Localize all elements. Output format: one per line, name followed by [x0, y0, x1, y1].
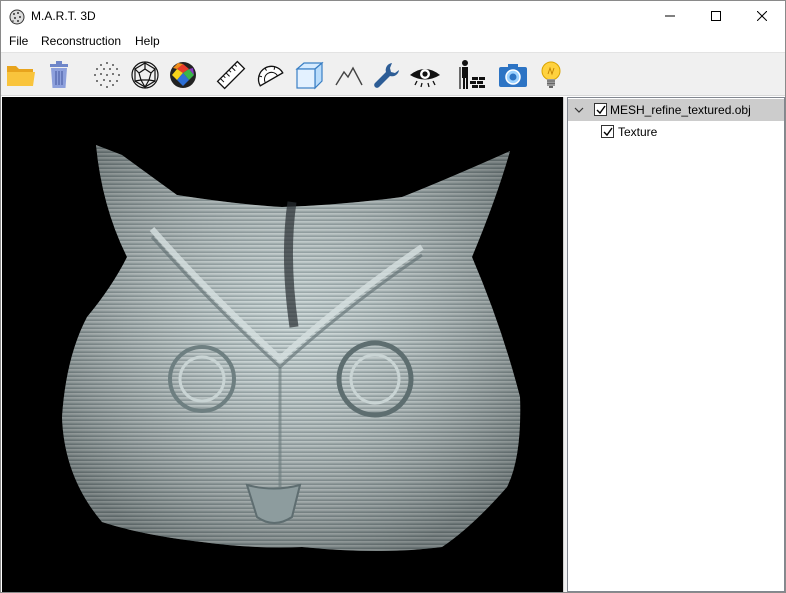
lightbulb-icon	[541, 61, 561, 88]
view-button[interactable]	[409, 59, 441, 91]
close-button[interactable]	[739, 1, 785, 31]
app-logo-icon	[9, 9, 25, 25]
menu-reconstruction[interactable]: Reconstruction	[41, 34, 121, 48]
point-cloud-icon	[94, 62, 120, 88]
eye-icon	[410, 69, 440, 88]
colored-mesh-icon	[170, 62, 196, 88]
minimize-button[interactable]	[647, 1, 693, 31]
menu-file[interactable]: File	[9, 34, 28, 48]
maximize-button[interactable]	[693, 1, 739, 31]
window-title: M.A.R.T. 3D	[31, 9, 96, 23]
close-icon	[757, 11, 767, 21]
menu-help[interactable]: Help	[135, 34, 160, 48]
owl-mesh-render	[62, 145, 521, 551]
textured-mesh-button[interactable]	[167, 59, 199, 91]
snapshot-button[interactable]	[497, 59, 529, 91]
mesh-visibility-checkbox[interactable]	[594, 103, 607, 116]
point-cloud-button[interactable]	[91, 59, 123, 91]
tree-item-label: Texture	[618, 125, 658, 139]
terrain-button[interactable]	[333, 59, 365, 91]
chevron-down-icon[interactable]	[574, 105, 584, 115]
surveyor-icon	[459, 60, 485, 89]
protractor-icon	[257, 65, 284, 87]
wireframe-button[interactable]	[129, 59, 161, 91]
minimize-icon	[665, 15, 675, 17]
wireframe-sphere-icon	[131, 61, 159, 89]
open-button[interactable]	[5, 59, 37, 91]
trash-icon	[50, 61, 68, 88]
terrain-icon	[335, 66, 363, 86]
app-window: M.A.R.T. 3D File Reconstruction Help MES…	[0, 0, 786, 593]
bounding-box-button[interactable]	[293, 59, 325, 91]
scene-tree: MESH_refine_textured.obj Texture	[567, 97, 785, 592]
texture-visibility-checkbox[interactable]	[601, 125, 614, 138]
tree-item-texture[interactable]: Texture	[568, 121, 784, 143]
measure-distance-button[interactable]	[215, 59, 247, 91]
ruler-icon	[216, 60, 246, 90]
bounding-box-icon	[295, 61, 324, 90]
open-folder-icon	[7, 66, 35, 86]
toolbar	[1, 52, 785, 96]
wrench-icon	[374, 63, 399, 88]
camera-icon	[499, 64, 527, 87]
measure-angle-button[interactable]	[253, 59, 285, 91]
tree-item-label: MESH_refine_textured.obj	[610, 103, 751, 117]
checkmark-icon	[603, 127, 613, 137]
lighting-button[interactable]	[535, 59, 567, 91]
checkmark-icon	[596, 105, 606, 115]
delete-button[interactable]	[43, 59, 75, 91]
survey-button[interactable]	[455, 59, 487, 91]
menu-bar: File Reconstruction Help	[1, 31, 785, 51]
tree-item-mesh[interactable]: MESH_refine_textured.obj	[568, 99, 784, 121]
title-bar[interactable]: M.A.R.T. 3D	[1, 1, 785, 31]
3d-viewport[interactable]	[2, 97, 563, 592]
maximize-icon	[711, 11, 721, 21]
settings-button[interactable]	[371, 59, 403, 91]
